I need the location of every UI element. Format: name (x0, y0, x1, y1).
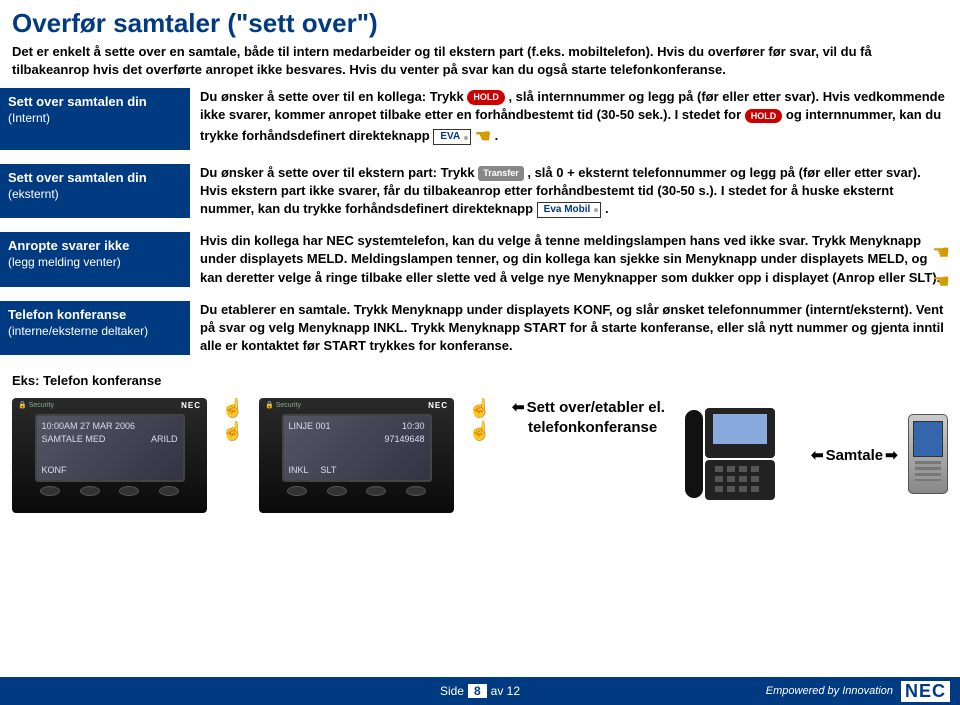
screen-line2a: SAMTALE MED (42, 433, 106, 446)
nec-brand: NEC (181, 401, 201, 410)
caption-samtale: Samtale (805, 446, 898, 466)
pointing-hand-icon: ☝ (222, 398, 244, 419)
screen-line1b: 10:30 (402, 420, 425, 433)
caption-settover: Sett over/etabler el. telefonkonferanse (506, 398, 665, 437)
example-label: Eks: Telefon konferanse (0, 369, 960, 392)
footer: Side 8 av 12 Empowered by Innovation NEC (0, 677, 960, 705)
screen-bottom1: KONF (42, 464, 67, 477)
text: Du ønsker å sette over til ekstern part:… (200, 165, 475, 180)
page-title: Overfør samtaler ("sett over") (0, 0, 960, 43)
transfer-button: Transfer (478, 166, 524, 181)
label-sub: (legg melding venter) (8, 255, 182, 271)
label-sub: (Internt) (8, 111, 182, 127)
hold-button: HOLD (745, 109, 783, 124)
hold-button: HOLD (467, 90, 505, 105)
text: Du ønsker å sette over til en kollega: T… (200, 89, 467, 104)
pointing-hand-icon: ☚ (932, 240, 950, 265)
section-intern: Sett over samtalen din (Internt) Du ønsk… (0, 88, 960, 150)
screen-bottom2: SLT (321, 464, 337, 477)
phone-screen-left: 10:00AM 27 MAR 2006 SAMTALE MED ARILD KO… (35, 414, 185, 482)
screen-bottom1: INKL (289, 464, 309, 477)
section-ekstern-label: Sett over samtalen din (eksternt) (0, 164, 190, 219)
pointing-hand-icon: ☝ (469, 421, 491, 442)
section-anropte-label: Anropte svarer ikke (legg melding venter… (0, 232, 190, 287)
nec-brand: NEC (428, 401, 448, 410)
phone-soft-buttons (12, 482, 207, 496)
mobile-phone-icon (908, 414, 948, 494)
section-ekstern-body: Du ønsker å sette over til ekstern part:… (190, 164, 960, 219)
security-label: 🔒Security (265, 401, 301, 409)
label-sub: (interne/eksterne deltaker) (8, 324, 182, 340)
footer-page-number: 8 (468, 684, 487, 698)
phone-screen-right: LINJE 001 10:30 97149648 INKL SLT (282, 414, 432, 482)
footer-side: Side (440, 684, 464, 698)
pointing-hand-icon: ☚ (932, 269, 950, 294)
text: . (605, 201, 609, 216)
label-main: Telefon konferanse (8, 307, 126, 322)
side-hand-icons: ☚ ☚ (932, 240, 950, 294)
section-intern-body: Du ønsker å sette over til en kollega: T… (190, 88, 960, 150)
screen-line1a: LINJE 001 (289, 420, 331, 433)
screen-line1: 10:00AM 27 MAR 2006 (42, 420, 178, 433)
label-sub: (eksternt) (8, 187, 182, 203)
desk-phone-icon (675, 398, 795, 508)
eva-mobil-button: Eva Mobil (537, 202, 602, 218)
nec-logo: NEC (901, 681, 950, 702)
label-main: Sett over samtalen din (8, 94, 147, 109)
text: . (495, 129, 499, 144)
caption-line1: Sett over/etabler el. (512, 398, 665, 418)
label-main: Anropte svarer ikke (8, 238, 129, 253)
screen-line2b: ARILD (151, 433, 178, 446)
pointing-hand-icon: ☝ (469, 398, 491, 419)
section-konferanse-body: Du etablerer en samtale. Trykk Menyknapp… (190, 301, 960, 356)
security-label: 🔒Security (18, 401, 54, 409)
screen-line2: 97149648 (289, 433, 425, 446)
section-anropte-body: Hvis din kollega har NEC systemtelefon, … (190, 232, 960, 287)
phone-device-left: 🔒Security NEC 10:00AM 27 MAR 2006 SAMTAL… (12, 398, 207, 513)
section-ekstern: Sett over samtalen din (eksternt) Du øns… (0, 164, 960, 219)
footer-tagline: Empowered by Innovation (766, 685, 893, 697)
eva-button: EVA (433, 129, 471, 145)
hand-column: ☝ ☝ (217, 398, 249, 442)
phone-device-right: 🔒Security NEC LINJE 001 10:30 97149648 I… (259, 398, 454, 513)
section-konferanse: Telefon konferanse (interne/eksterne del… (0, 301, 960, 356)
pointing-hand-icon: ☚ (475, 124, 491, 149)
section-konferanse-label: Telefon konferanse (interne/eksterne del… (0, 301, 190, 356)
page-description: Det er enkelt å sette over en samtale, b… (0, 43, 960, 88)
pointing-hand-icon: ☝ (222, 421, 244, 442)
label-main: Sett over samtalen din (8, 170, 147, 185)
phones-row: 🔒Security NEC 10:00AM 27 MAR 2006 SAMTAL… (0, 392, 960, 513)
section-intern-label: Sett over samtalen din (Internt) (0, 88, 190, 150)
footer-av: av 12 (491, 684, 520, 698)
caption-samtale-text: Samtale (811, 447, 898, 464)
caption-line2: telefonkonferanse (512, 418, 665, 438)
section-anropte: Anropte svarer ikke (legg melding venter… (0, 232, 960, 287)
hand-column: ☝ ☝ (464, 398, 496, 442)
phone-soft-buttons (259, 482, 454, 496)
